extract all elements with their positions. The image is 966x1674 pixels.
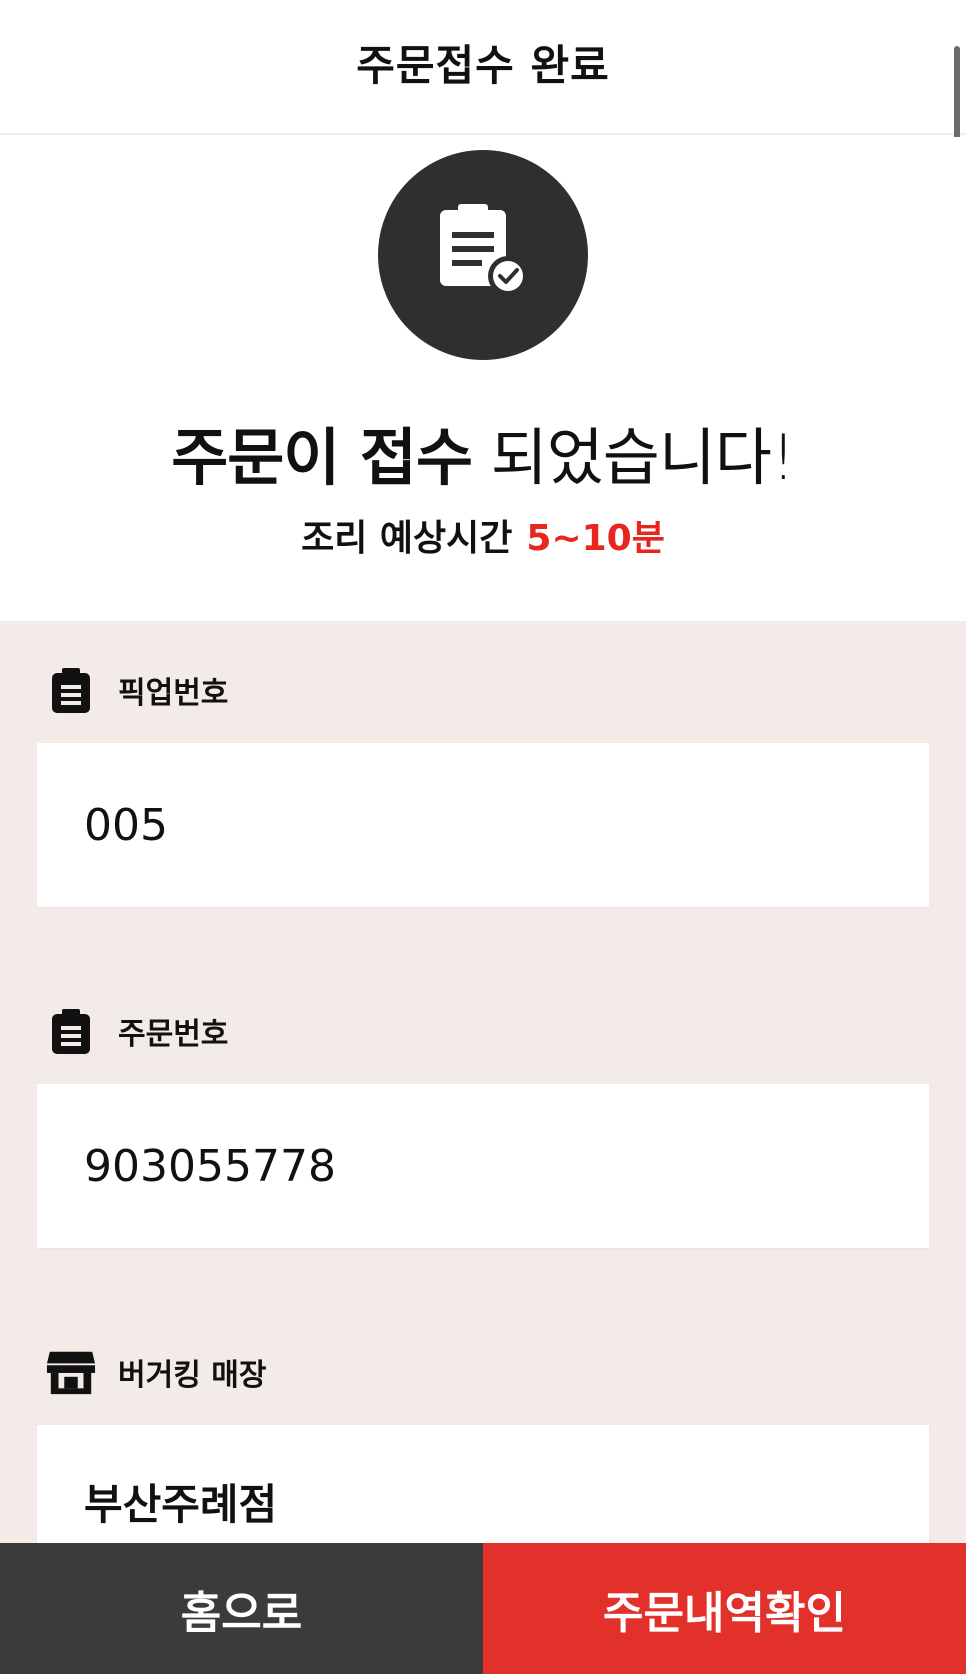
order-number-value: 903055778 [37,1084,929,1248]
store-name-value: 부산주례점 [37,1425,929,1555]
bottom-action-bar: 홈으로 주문내역확인 [0,1543,966,1674]
store-icon [46,1347,96,1397]
order-number-label-text: 주문번호 [118,1017,229,1052]
order-info-panel: 픽업번호 005 주문번호 903055778 버거킹 매장 부산주례점 [0,621,966,1674]
store-label-text: 버거킹 매장 [118,1358,267,1393]
pickup-number-label: 픽업번호 [46,665,228,715]
pickup-number-label-text: 픽업번호 [118,676,229,711]
app-header: 주문접수 완료 [0,0,966,135]
order-history-button[interactable]: 주문내역확인 [483,1543,966,1674]
confirmation-message-bold: 주문이 접수 [171,421,473,494]
order-confirmation-hero: 주문이 접수 되었습니다! 조리 예상시간 5~10분 [0,137,966,621]
eta-value: 5~10분 [526,518,665,559]
confirmation-message: 주문이 접수 되었습니다! [0,407,966,497]
pickup-number-value: 005 [37,743,929,907]
confirmation-message-light: 되었습니다! [472,421,796,494]
home-button[interactable]: 홈으로 [0,1543,483,1674]
clipboard-icon [46,665,96,715]
store-label: 버거킹 매장 [46,1347,266,1397]
cooking-eta: 조리 예상시간 5~10분 [0,509,966,561]
clipboard-check-icon [378,150,588,360]
page-title: 주문접수 완료 [356,41,610,90]
order-number-label: 주문번호 [46,1006,228,1056]
clipboard-icon [46,1006,96,1056]
eta-label: 조리 예상시간 [301,518,513,559]
